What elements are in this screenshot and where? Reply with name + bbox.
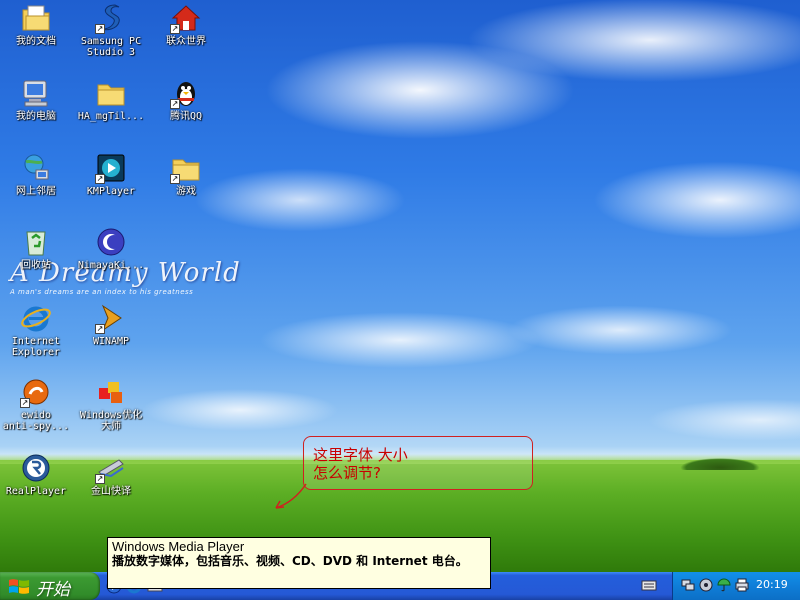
desktop-icon-label: Internet Explorer <box>11 336 61 358</box>
desktop-icon-label: 我的电脑 <box>16 111 56 122</box>
desktop-icon-label: 金山快译 <box>91 486 131 497</box>
desktop-icon-label: Windows优化 大师 <box>79 410 143 432</box>
realplayer-icon <box>20 452 52 484</box>
annotation-text: 这里字体 大小 怎么调节? <box>313 446 408 482</box>
desktop-icon-samsung-pc-studio[interactable]: ↗ Samsung PC Studio 3 <box>73 2 149 58</box>
annotation-arrow-icon <box>275 483 307 509</box>
shortcut-arrow-icon: ↗ <box>95 174 105 184</box>
shortcut-arrow-icon: ↗ <box>170 174 180 184</box>
recycle-bin-icon <box>20 226 52 258</box>
desktop-icon-games[interactable]: ↗ 游戏 <box>148 152 224 197</box>
wallpaper-trees <box>680 458 760 470</box>
desktop-icon-kingsoft-translator[interactable]: ↗ 金山快译 <box>73 452 149 497</box>
start-button[interactable]: 开始 <box>0 572 100 600</box>
desktop-icon-label: 回收站 <box>21 260 51 271</box>
my-computer-icon <box>20 77 52 109</box>
desktop-icon-nimaya[interactable]: NimayaKi... <box>73 226 149 271</box>
tooltip-windows-media-player: Windows Media Player 播放数字媒体，包括音乐、视频、CD、D… <box>107 537 491 589</box>
keyboard-icon[interactable] <box>641 578 657 592</box>
kingsoft-translator-icon: ↗ <box>95 452 127 484</box>
windows-optimizer-icon <box>95 376 127 408</box>
desktop-icon-winamp[interactable]: ↗ WINAMP <box>73 302 149 347</box>
desktop-icon-windows-optimizer[interactable]: Windows优化 大师 <box>73 376 149 432</box>
desktop-icon-label: ewido anti-spy... <box>2 410 70 432</box>
desktop-icon-ewido[interactable]: ↗ ewido anti-spy... <box>0 376 74 432</box>
network-icon[interactable] <box>681 578 695 592</box>
desktop-icon-label: Samsung PC Studio 3 <box>80 36 142 58</box>
start-button-label: 开始 <box>36 580 70 600</box>
folder-icon: ↗ <box>170 152 202 184</box>
desktop-icon-folder-ha[interactable]: HA_mgTil... <box>73 77 149 122</box>
desktop-icon-network-places[interactable]: 网上邻居 <box>0 152 74 197</box>
desktop-icon-label: RealPlayer <box>5 486 67 497</box>
desktop-icon-my-computer[interactable]: 我的电脑 <box>0 77 74 122</box>
shortcut-arrow-icon: ↗ <box>170 99 180 109</box>
printer-icon[interactable] <box>735 578 749 592</box>
qq-penguin-icon: ↗ <box>170 77 202 109</box>
desktop-icon-label: WINAMP <box>92 336 130 347</box>
taskbar-clock[interactable]: 20:19 <box>756 578 788 591</box>
umbrella-icon[interactable] <box>717 578 731 592</box>
desktop-icon-label: 腾讯QQ <box>169 111 203 122</box>
samsung-pc-studio-icon: ↗ <box>95 2 127 34</box>
desktop-icon-kmplayer[interactable]: ↗ KMPlayer <box>73 152 149 197</box>
desktop-icon-label: HA_mgTil... <box>77 111 145 122</box>
desktop-icon-qq[interactable]: ↗ 腾讯QQ <box>148 77 224 122</box>
windows-logo-icon <box>9 579 29 594</box>
winamp-icon: ↗ <box>95 302 127 334</box>
my-documents-icon <box>20 2 52 34</box>
nimaya-icon <box>95 226 127 258</box>
desktop-icon-label: 我的文档 <box>16 36 56 47</box>
shortcut-arrow-icon: ↗ <box>95 474 105 484</box>
shortcut-arrow-icon: ↗ <box>95 324 105 334</box>
desktop-icon-label: 联众世界 <box>166 36 206 47</box>
desktop-icon-recycle-bin[interactable]: 回收站 <box>0 226 74 271</box>
network-places-icon <box>20 152 52 184</box>
tooltip-title: Windows Media Player <box>112 539 245 554</box>
internet-explorer-icon <box>20 302 52 334</box>
shortcut-arrow-icon: ↗ <box>95 24 105 34</box>
desktop-icon-label: NimayaKi... <box>77 260 145 271</box>
volume-icon[interactable] <box>699 578 713 592</box>
shortcut-arrow-icon: ↗ <box>20 398 30 408</box>
desktop-icon-label: 网上邻居 <box>16 186 56 197</box>
shortcut-arrow-icon: ↗ <box>170 24 180 34</box>
desktop-icon-label: 游戏 <box>176 186 196 197</box>
home-icon: ↗ <box>170 2 202 34</box>
tooltip-body: 播放数字媒体，包括音乐、视频、CD、DVD 和 Internet 电台。 <box>112 554 468 568</box>
kmplayer-icon: ↗ <box>95 152 127 184</box>
desktop-icon-my-documents[interactable]: 我的文档 <box>0 2 74 47</box>
desktop-icon-label: KMPlayer <box>86 186 136 197</box>
ewido-icon: ↗ <box>20 376 52 408</box>
desktop-icon-lianzhong[interactable]: ↗ 联众世界 <box>148 2 224 47</box>
desktop-icon-realplayer[interactable]: RealPlayer <box>0 452 74 497</box>
desktop-icon-internet-explorer[interactable]: Internet Explorer <box>0 302 74 358</box>
wallpaper-subtitle: A man's dreams are an index to his great… <box>10 288 194 296</box>
folder-icon <box>95 77 127 109</box>
